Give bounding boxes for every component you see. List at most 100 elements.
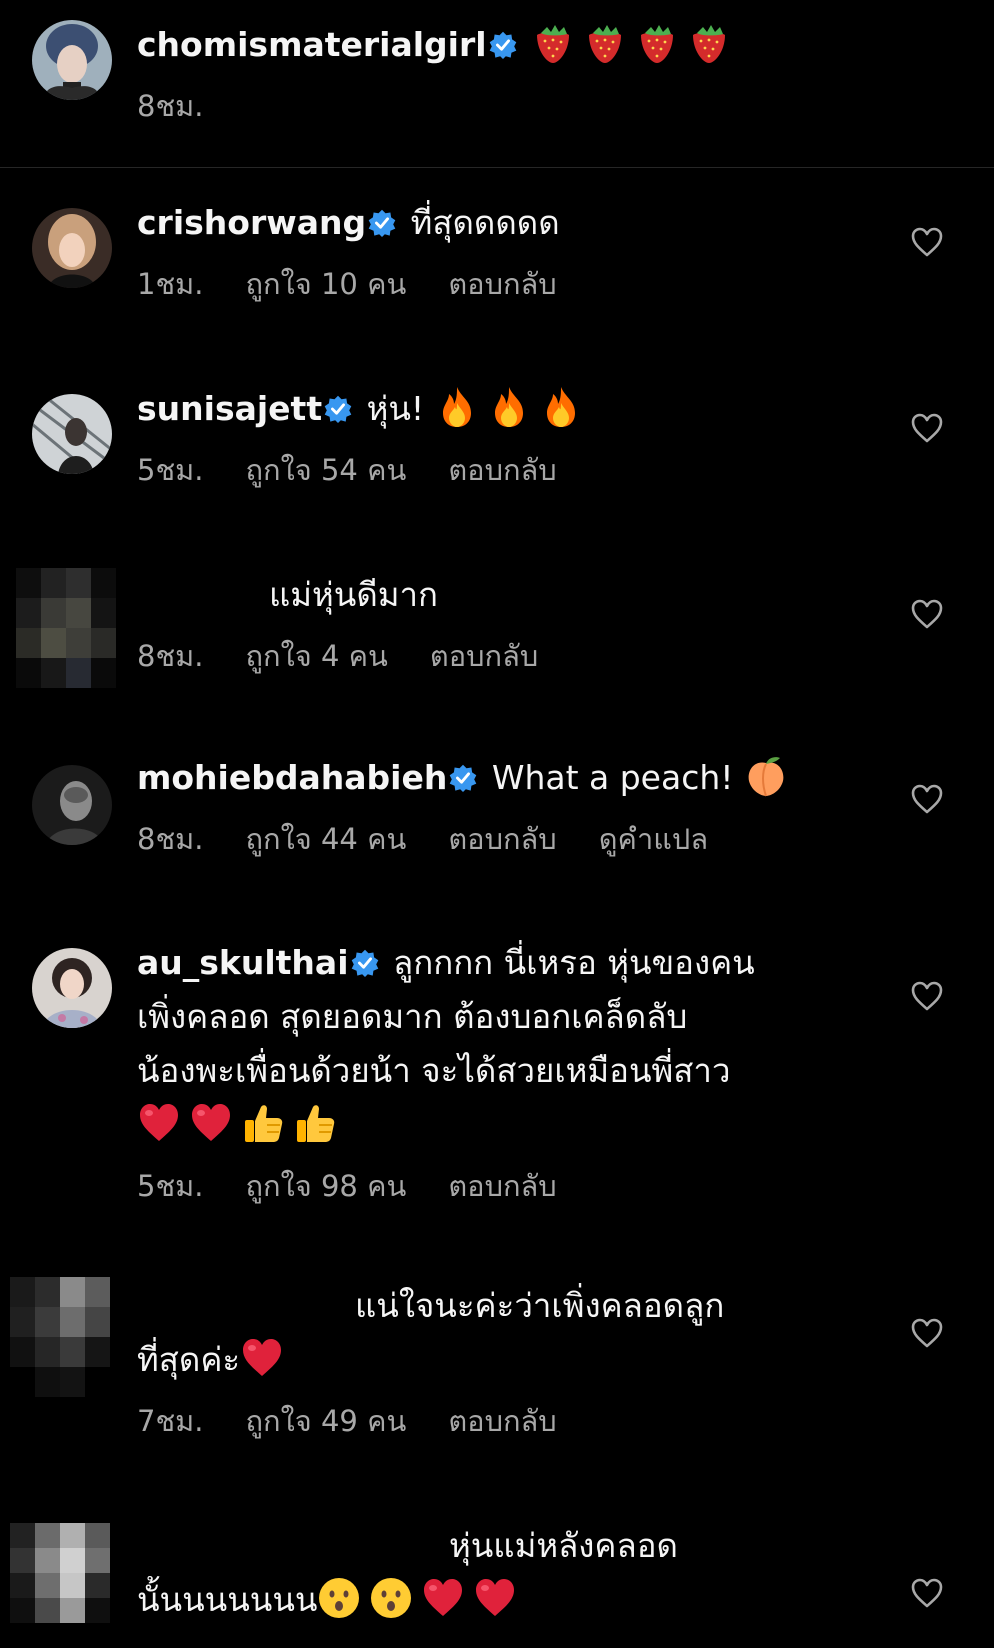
timestamp: 8ชม. bbox=[137, 89, 204, 123]
verified-badge-icon bbox=[368, 209, 396, 237]
comment-text: crishorwang ที่สุดดดดด bbox=[137, 196, 884, 250]
thumbs-up-emoji bbox=[293, 1101, 337, 1145]
username[interactable]: crishorwang bbox=[137, 203, 366, 242]
username[interactable]: chomismaterialgirl bbox=[137, 25, 487, 64]
likes-count[interactable]: ถูกใจ 44 คน bbox=[245, 822, 406, 856]
comment-body: น้องพะเพื่อนด้วยน้า จะได้สวยเหมือนพี่สาว bbox=[137, 1051, 731, 1090]
timestamp: 7ชม. bbox=[137, 1404, 204, 1438]
comment-meta: 8ชม. ถูกใจ 44 คน ตอบกลับ ดูคำแปล bbox=[137, 819, 884, 859]
comment-text: แน่ใจนะค่ะว่าเพิ่งคลอดลูก bbox=[121, 1279, 884, 1333]
fire-emoji bbox=[435, 385, 479, 429]
likes-count[interactable]: ถูกใจ 10 คน bbox=[245, 267, 406, 301]
fire-emoji bbox=[487, 385, 531, 429]
timestamp: 5ชม. bbox=[137, 453, 204, 487]
like-heart-icon[interactable] bbox=[910, 598, 944, 630]
username[interactable] bbox=[121, 1520, 441, 1564]
username[interactable]: au_skulthai bbox=[137, 943, 349, 982]
comment-body: แน่ใจนะค่ะว่าเพิ่งคลอดลูก bbox=[355, 1286, 725, 1325]
comment-item: mohiebdahabieh What a peach! 8ชม. ถูกใจ 4… bbox=[0, 751, 994, 891]
comment-emoji-line bbox=[137, 1098, 884, 1152]
comment-item: หุ่นแม่หลังคลอด นั้นนนนนนน bbox=[0, 1523, 994, 1648]
comment-item: แน่ใจนะค่ะว่าเพิ่งคลอดลูก ที่สุดค่ะ 7ชม.… bbox=[0, 1277, 994, 1467]
comment-body: หุ่น! bbox=[366, 389, 425, 428]
hushed-face-emoji bbox=[317, 1576, 361, 1620]
verified-badge-icon bbox=[351, 949, 379, 977]
avatar[interactable] bbox=[32, 948, 112, 1028]
comment-meta: 7ชม. ถูกใจ 49 คน ตอบกลับ bbox=[121, 1401, 884, 1441]
thumbs-up-emoji bbox=[241, 1101, 285, 1145]
red-heart-emoji bbox=[421, 1576, 465, 1620]
comment-body: เพิ่งคลอด สุดยอดมาก ต้องบอกเคล็ดลับ bbox=[137, 997, 688, 1036]
like-heart-icon[interactable] bbox=[910, 226, 944, 258]
strawberry-emoji bbox=[583, 21, 627, 65]
likes-count[interactable]: ถูกใจ 4 คน bbox=[245, 639, 387, 673]
comment-meta: 5ชม. ถูกใจ 98 คน ตอบกลับ bbox=[137, 1166, 884, 1206]
comment-text: chomismaterialgirl bbox=[137, 18, 884, 72]
comment-body-line: ที่สุดค่ะ bbox=[121, 1333, 884, 1387]
timestamp: 8ชม. bbox=[137, 822, 204, 856]
comment-body: แม่หุ่นดีมาก bbox=[269, 575, 439, 614]
comment-item: au_skulthai ลูกกกก นี่เหรอ หุ่นของคน เพิ… bbox=[0, 942, 994, 1203]
avatar[interactable] bbox=[32, 394, 112, 474]
strawberry-emoji bbox=[687, 21, 731, 65]
username[interactable]: mohiebdahabieh bbox=[137, 758, 447, 797]
comment-meta: 1ชม. ถูกใจ 10 คน ตอบกลับ bbox=[137, 264, 884, 304]
avatar[interactable] bbox=[32, 765, 112, 845]
see-translation-button[interactable]: ดูคำแปล bbox=[599, 822, 708, 856]
username[interactable] bbox=[137, 569, 261, 613]
comment-body: What a peach! bbox=[491, 758, 734, 797]
likes-count[interactable]: ถูกใจ 54 คน bbox=[245, 453, 406, 487]
reply-button[interactable]: ตอบกลับ bbox=[448, 267, 556, 301]
fire-emoji bbox=[539, 385, 583, 429]
avatar[interactable] bbox=[10, 1277, 110, 1397]
like-heart-icon[interactable] bbox=[910, 1317, 944, 1349]
timestamp: 8ชม. bbox=[137, 639, 204, 673]
hushed-face-emoji bbox=[369, 1576, 413, 1620]
comment-body-line: นั้นนนนนนน bbox=[121, 1573, 884, 1627]
red-heart-emoji bbox=[189, 1101, 233, 1145]
like-heart-icon[interactable] bbox=[910, 412, 944, 444]
reply-button[interactable]: ตอบกลับ bbox=[430, 639, 538, 673]
comment-text: แม่หุ่นดีมาก bbox=[137, 568, 884, 622]
verified-badge-icon bbox=[489, 31, 517, 59]
comment-text: หุ่นแม่หลังคลอด bbox=[121, 1519, 884, 1573]
reply-button[interactable]: ตอบกลับ bbox=[448, 453, 556, 487]
comment-body: หุ่นแม่หลังคลอด bbox=[449, 1526, 678, 1565]
comment-item: sunisajett หุ่น! 5ชม. ถูกใจ 54 คน ตอบกลับ bbox=[0, 382, 994, 522]
username[interactable] bbox=[121, 1280, 347, 1324]
avatar[interactable] bbox=[32, 20, 112, 100]
timestamp: 5ชม. bbox=[137, 1169, 204, 1203]
avatar[interactable] bbox=[32, 208, 112, 288]
comment-body: นั้นนนนนนน bbox=[137, 1580, 318, 1619]
red-heart-emoji bbox=[240, 1336, 284, 1380]
verified-badge-icon bbox=[324, 395, 352, 423]
comment-item: แม่หุ่นดีมาก 8ชม. ถูกใจ 4 คน ตอบกลับ bbox=[0, 568, 994, 708]
strawberry-emoji bbox=[531, 21, 575, 65]
like-heart-icon[interactable] bbox=[910, 783, 944, 815]
username[interactable]: sunisajett bbox=[137, 389, 322, 428]
comment-text: sunisajett หุ่น! bbox=[137, 382, 884, 436]
red-heart-emoji bbox=[137, 1101, 181, 1145]
strawberry-emoji bbox=[635, 21, 679, 65]
comment-body: ลูกกกก นี่เหรอ หุ่นของคน bbox=[393, 943, 755, 982]
verified-badge-icon bbox=[449, 764, 477, 792]
timestamp: 1ชม. bbox=[137, 267, 204, 301]
comment-meta: 8ชม. ถูกใจ 4 คน ตอบกลับ bbox=[137, 636, 884, 676]
like-heart-icon[interactable] bbox=[910, 980, 944, 1012]
like-heart-icon[interactable] bbox=[910, 1577, 944, 1609]
reply-button[interactable]: ตอบกลับ bbox=[448, 1169, 556, 1203]
comment-meta: 8ชม. bbox=[137, 86, 884, 126]
avatar[interactable] bbox=[16, 568, 116, 688]
avatar[interactable] bbox=[10, 1523, 110, 1623]
post-caption: chomismaterialgirl 8ชม. bbox=[0, 0, 994, 168]
reply-button[interactable]: ตอบกลับ bbox=[448, 1404, 556, 1438]
comment-text: mohiebdahabieh What a peach! bbox=[137, 751, 884, 805]
likes-count[interactable]: ถูกใจ 98 คน bbox=[245, 1169, 406, 1203]
reply-button[interactable]: ตอบกลับ bbox=[448, 822, 556, 856]
comment-body: ที่สุดดดดด bbox=[410, 203, 560, 242]
comment-body: ที่สุดค่ะ bbox=[137, 1340, 241, 1379]
likes-count[interactable]: ถูกใจ 49 คน bbox=[245, 1404, 406, 1438]
comment-meta: 5ชม. ถูกใจ 54 คน ตอบกลับ bbox=[137, 450, 884, 490]
comment-item: crishorwang ที่สุดดดดด 1ชม. ถูกใจ 10 คน ตอ… bbox=[0, 196, 994, 336]
red-heart-emoji bbox=[473, 1576, 517, 1620]
